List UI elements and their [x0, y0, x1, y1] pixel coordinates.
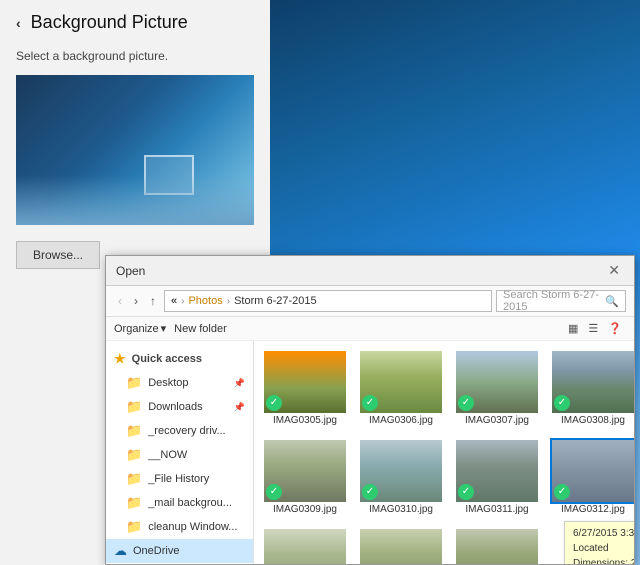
onedrive-icon: ☁ — [114, 543, 127, 559]
search-placeholder-text: Search Storm 6-27-2015 — [503, 289, 605, 313]
desktop-folder-icon: 📁 — [126, 375, 142, 391]
file-item-IMAG0305.jpg[interactable]: IMAG0305.jpg — [260, 347, 350, 430]
dialog-actions-bar: Organize ▾ New folder ▦ ☰ ❓ — [106, 317, 634, 341]
sidebar-label-recovery: _recovery driv... — [148, 425, 225, 437]
view-buttons: ▦ ☰ ❓ — [564, 320, 626, 337]
sidebar-item-mail-bg[interactable]: 📁 _mail backgrou... — [106, 491, 253, 515]
background-preview — [16, 75, 254, 225]
breadcrumb-prefix: « — [171, 295, 177, 307]
file-thumbnail — [552, 440, 634, 502]
organize-label: Organize — [114, 323, 159, 335]
sidebar-label-cleanup: cleanup Window... — [148, 521, 237, 533]
pin-icon2: 📌 — [234, 402, 245, 413]
breadcrumb-arrow1: › — [181, 296, 184, 307]
tooltip-dimensions: Dimensions: 2688 × 1520 — [573, 556, 634, 564]
file-item-IMAG0309.jpg[interactable]: IMAG0309.jpg — [260, 436, 350, 519]
file-name-label: IMAG0307.jpg — [465, 415, 529, 426]
cleanup-folder-icon: 📁 — [126, 519, 142, 535]
file-item-IMAG0306.jpg[interactable]: IMAG0306.jpg — [356, 347, 446, 430]
sidebar-item-desktop[interactable]: 📁 Desktop 📌 — [106, 371, 253, 395]
sidebar-item-onedrive[interactable]: ☁ OneDrive — [106, 539, 253, 563]
file-name-label: IMAG0308.jpg — [561, 415, 625, 426]
file-item-IMAG0310.jpg[interactable]: IMAG0310.jpg — [356, 436, 446, 519]
organize-dropdown-icon: ▾ — [161, 322, 167, 335]
new-folder-button[interactable]: New folder — [174, 323, 227, 335]
nav-up-button[interactable]: ↑ — [146, 292, 160, 310]
history-folder-icon: 📁 — [126, 471, 142, 487]
file-item-IMAG0307.jpg[interactable]: IMAG0307.jpg — [452, 347, 542, 430]
sidebar-label-mail: _mail backgrou... — [148, 497, 232, 509]
search-icon[interactable]: 🔍 — [605, 295, 619, 308]
dialog-titlebar: Open ✕ — [106, 256, 634, 286]
breadcrumb-arrow2: › — [227, 296, 230, 307]
file-tooltip: 6/27/2015 3:31 Ph... Located Dimensions:… — [564, 521, 634, 564]
sidebar-label-history: _File History — [148, 473, 209, 485]
file-name-label: IMAG0311.jpg — [465, 504, 528, 515]
mail-folder-icon: 📁 — [126, 495, 142, 511]
file-thumbnail — [456, 529, 538, 564]
open-dialog: Open ✕ ‹ › ↑ « › Photos › Storm 6-27-201… — [105, 255, 635, 565]
quick-access-icon: ★ — [114, 351, 126, 367]
file-grid-container: IMAG0305.jpg IMAG0306.jpg IMAG0307.jpg IMAG… — [254, 341, 634, 564]
breadcrumb[interactable]: « › Photos › Storm 6-27-2015 — [164, 290, 492, 312]
view-list-btn[interactable]: ☰ — [584, 320, 602, 337]
sidebar-item-recovery[interactable]: 📁 _recovery driv... — [106, 419, 253, 443]
file-name-label: IMAG0305.jpg — [273, 415, 337, 426]
search-bar[interactable]: Search Storm 6-27-2015 🔍 — [496, 290, 626, 312]
view-icon-btn[interactable]: ▦ — [564, 320, 582, 337]
sidebar-item-this-pc[interactable]: 💻 This PC — [106, 563, 253, 564]
file-item-IMAG0312.jpg[interactable]: IMAG0312.jpg — [548, 436, 634, 519]
sidebar-item-file-history[interactable]: 📁 _File History — [106, 467, 253, 491]
file-name-label: IMAG0309.jpg — [273, 504, 337, 515]
file-name-label: IMAG0310.jpg — [369, 504, 433, 515]
view-help-btn[interactable]: ❓ — [604, 320, 626, 337]
file-item-IMAG0314.jpg[interactable]: IMAG0314.jpg — [356, 525, 446, 564]
panel-subtitle: Select a background picture. — [0, 45, 270, 75]
recovery-folder-icon: 📁 — [126, 423, 142, 439]
sidebar-label-onedrive: OneDrive — [133, 545, 179, 557]
file-thumbnail — [264, 351, 346, 413]
pin-icon: 📌 — [234, 378, 245, 389]
file-thumbnail — [360, 351, 442, 413]
file-thumbnail — [456, 440, 538, 502]
file-item-IMAG0311.jpg[interactable]: IMAG0311.jpg — [452, 436, 542, 519]
dialog-title: Open — [116, 264, 145, 278]
back-button[interactable]: ‹ — [16, 15, 21, 31]
panel-title: Background Picture — [31, 12, 188, 33]
file-item-IMAG0308.jpg[interactable]: IMAG0308.jpg — [548, 347, 634, 430]
file-name-label: IMAG0312.jpg — [561, 504, 625, 515]
file-thumbnail — [360, 440, 442, 502]
sidebar-item-cleanup[interactable]: 📁 cleanup Window... — [106, 515, 253, 539]
sidebar-label-desktop: Desktop — [148, 377, 188, 389]
now-folder-icon: 📁 — [126, 447, 142, 463]
downloads-folder-icon: 📁 — [126, 399, 142, 415]
breadcrumb-storm[interactable]: Storm 6-27-2015 — [234, 295, 317, 307]
sidebar-item-downloads[interactable]: 📁 Downloads 📌 — [106, 395, 253, 419]
file-item-IMAG0313.jpg[interactable]: IMAG0313.jpg — [260, 525, 350, 564]
dialog-toolbar: ‹ › ↑ « › Photos › Storm 6-27-2015 Searc… — [106, 286, 634, 317]
sidebar-label-quick-access: Quick access — [132, 353, 202, 365]
file-item-IMAG0315.jpg[interactable]: IMAG0315.jpg — [452, 525, 542, 564]
file-thumbnail — [552, 351, 634, 413]
sidebar-item-now[interactable]: 📁 __NOW — [106, 443, 253, 467]
sidebar: ★ Quick access 📁 Desktop 📌 📁 Downloads 📌… — [106, 341, 254, 564]
file-name-label: IMAG0306.jpg — [369, 415, 433, 426]
preview-window — [144, 155, 194, 195]
sidebar-item-quick-access[interactable]: ★ Quick access — [106, 345, 253, 371]
sidebar-label-now: __NOW — [148, 449, 187, 461]
nav-back-button[interactable]: ‹ — [114, 292, 126, 310]
browse-button[interactable]: Browse... — [16, 241, 100, 269]
dialog-body: ★ Quick access 📁 Desktop 📌 📁 Downloads 📌… — [106, 341, 634, 564]
dialog-close-button[interactable]: ✕ — [604, 262, 624, 279]
file-thumbnail — [456, 351, 538, 413]
organize-button[interactable]: Organize ▾ — [114, 322, 166, 335]
file-thumbnail — [360, 529, 442, 564]
sidebar-label-downloads: Downloads — [148, 401, 202, 413]
nav-forward-button[interactable]: › — [130, 292, 142, 310]
file-thumbnail — [264, 529, 346, 564]
tooltip-location: Located — [573, 541, 634, 556]
breadcrumb-photos[interactable]: Photos — [188, 295, 222, 307]
file-thumbnail — [264, 440, 346, 502]
tooltip-date: 6/27/2015 3:31 Ph... — [573, 526, 634, 541]
